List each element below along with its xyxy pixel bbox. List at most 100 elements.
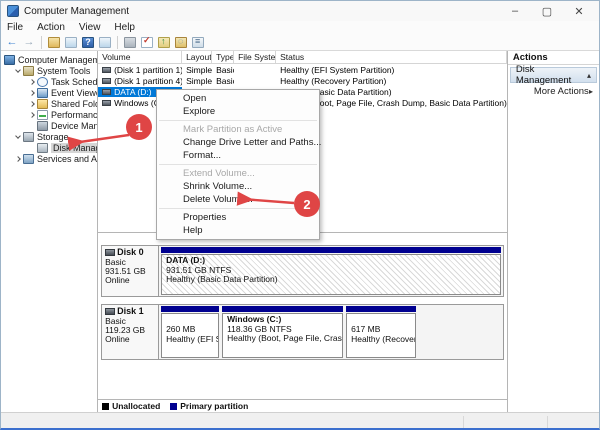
chevron-down-icon[interactable]: [14, 66, 22, 73]
close-button[interactable]: ✕: [565, 2, 593, 20]
menu-item-change-drive-letter[interactable]: Change Drive Letter and Paths...: [157, 136, 321, 149]
disk-0-row: Disk 0 Basic 931.51 GB Online DATA (D:) …: [101, 245, 504, 297]
tree-item-shared-folders[interactable]: Shared Folders: [1, 98, 97, 109]
primary-partition-bar: [346, 306, 417, 312]
tree-item-task-scheduler[interactable]: Task Scheduler: [1, 76, 97, 87]
volume-icon: [102, 100, 112, 107]
menu-item-explore[interactable]: Explore: [157, 105, 319, 118]
menu-item-properties[interactable]: Properties: [157, 211, 319, 224]
menu-file[interactable]: File: [7, 22, 23, 33]
open-folder-icon[interactable]: [47, 36, 61, 49]
search-folder-icon[interactable]: [174, 36, 188, 49]
menu-bar: File Action View Help: [1, 21, 599, 34]
menu-item-help[interactable]: Help: [157, 224, 319, 237]
disk-1-label[interactable]: Disk 1 Basic 119.23 GB Online: [102, 305, 160, 359]
device-manager-icon: [37, 120, 48, 131]
tree-item-disk-management[interactable]: Disk Management: [1, 142, 98, 153]
system-tools-icon: [23, 65, 34, 76]
services-icon: [23, 153, 34, 164]
disk-graphical-view: Disk 0 Basic 931.51 GB Online DATA (D:) …: [98, 233, 507, 399]
menu-separator: [159, 208, 317, 209]
menu-item-mark-partition-active: Mark Partition as Active: [183, 124, 283, 135]
menu-item-extend-volume: Extend Volume...: [183, 168, 255, 179]
primary-partition-bar: [161, 306, 220, 312]
partition-recovery[interactable]: 617 MB Healthy (Recovery Partition): [346, 306, 417, 358]
table-row[interactable]: (Disk 1 partition 4) Simple Basic Health…: [98, 75, 507, 86]
menu-item-shrink-volume[interactable]: Shrink Volume...: [157, 180, 319, 193]
app-icon: [7, 5, 19, 17]
show-hide-console-tree-icon[interactable]: [64, 36, 78, 49]
primary-partition-swatch: [170, 402, 178, 410]
up-arrow-icon[interactable]: [157, 36, 171, 49]
primary-partition-bar: [161, 247, 501, 253]
disk-icon: [105, 249, 116, 256]
properties-icon[interactable]: [191, 36, 205, 49]
submenu-arrow-icon[interactable]: ▸: [589, 87, 593, 96]
column-file-system[interactable]: File System: [234, 51, 277, 63]
menu-help[interactable]: Help: [114, 22, 135, 33]
forward-icon[interactable]: →: [22, 36, 36, 49]
console-tree: Computer Management (Local System Tools …: [1, 51, 99, 412]
column-layout[interactable]: Layout: [182, 51, 213, 63]
disk-icon: [105, 308, 116, 315]
column-status[interactable]: Status: [276, 51, 507, 63]
window-title: Computer Management: [24, 5, 130, 17]
checklist-icon[interactable]: [140, 35, 154, 49]
partition-efi[interactable]: 260 MB Healthy (EFI System Partition): [161, 306, 220, 358]
menu-view[interactable]: View: [79, 22, 101, 33]
menu-item-format[interactable]: Format...: [157, 149, 319, 162]
help-icon[interactable]: ?: [81, 36, 95, 49]
status-bar: [1, 412, 599, 428]
event-viewer-icon: [37, 87, 48, 98]
actions-disk-management-group[interactable]: Disk Management ▴: [509, 64, 597, 86]
partition-data-d[interactable]: DATA (D:) 931.51 GB NTFS Healthy (Basic …: [161, 247, 501, 295]
menu-item-open[interactable]: Open: [157, 92, 319, 105]
title-bar: Computer Management – ▢ ✕: [1, 1, 599, 21]
chevron-right-icon[interactable]: [28, 78, 36, 85]
toolbar: ← → ?: [1, 34, 599, 51]
tree-item-storage[interactable]: Storage: [1, 131, 97, 142]
minimize-button[interactable]: –: [501, 2, 529, 20]
menu-separator: [159, 164, 317, 165]
tree-item-performance[interactable]: Performance: [1, 109, 97, 120]
volume-context-menu: Open Explore Mark Partition as Active Ch…: [156, 89, 321, 240]
legend-bar: Unallocated Primary partition: [98, 399, 507, 412]
menu-action[interactable]: Action: [37, 22, 65, 33]
menu-separator: [159, 120, 317, 121]
volume-icon: [102, 78, 112, 85]
menu-item-delete-volume[interactable]: Delete Volume...: [157, 193, 319, 206]
computer-icon: [4, 54, 15, 65]
tree-item-system-tools[interactable]: System Tools: [1, 65, 97, 76]
actions-panel-title: Actions: [507, 51, 599, 65]
console-window-icon[interactable]: [98, 36, 112, 49]
chevron-right-icon[interactable]: [28, 100, 36, 107]
chevron-right-icon[interactable]: [14, 155, 22, 162]
tree-item-computer-management[interactable]: Computer Management (Local: [1, 54, 97, 65]
toolbar-separator: [117, 35, 118, 49]
maximize-button[interactable]: ▢: [533, 2, 561, 20]
chevron-right-icon[interactable]: [28, 89, 36, 96]
partition-windows-c[interactable]: Windows (C:) 118.36 GB NTFS Healthy (Boo…: [222, 306, 344, 358]
tree-item-event-viewer[interactable]: Event Viewer: [1, 87, 97, 98]
primary-partition-bar: [222, 306, 344, 312]
computer-management-window: Computer Management – ▢ ✕ File Action Vi…: [0, 0, 600, 430]
shared-folders-icon: [37, 98, 48, 109]
storage-icon: [23, 131, 34, 142]
table-row[interactable]: (Disk 1 partition 1) Simple Basic Health…: [98, 64, 507, 75]
tools-icon[interactable]: [123, 36, 137, 49]
chevron-right-icon[interactable]: [28, 111, 36, 118]
collapse-icon[interactable]: ▴: [587, 71, 591, 80]
tree-item-device-manager[interactable]: Device Manager: [1, 120, 97, 131]
chevron-down-icon[interactable]: [14, 132, 22, 139]
legend-unallocated: Unallocated: [102, 401, 160, 411]
unallocated-swatch: [102, 402, 110, 410]
column-type[interactable]: Type: [212, 51, 235, 63]
back-icon[interactable]: ←: [5, 36, 19, 49]
disk-1-row: Disk 1 Basic 119.23 GB Online 260 MB Hea…: [101, 304, 504, 360]
column-volume[interactable]: Volume: [98, 51, 183, 63]
tree-item-services-applications[interactable]: Services and Applications: [1, 153, 97, 164]
volume-icon: [102, 89, 112, 96]
disk-0-label[interactable]: Disk 0 Basic 931.51 GB Online: [102, 246, 160, 296]
disk-management-icon: [37, 142, 48, 153]
task-scheduler-icon: [37, 76, 48, 87]
